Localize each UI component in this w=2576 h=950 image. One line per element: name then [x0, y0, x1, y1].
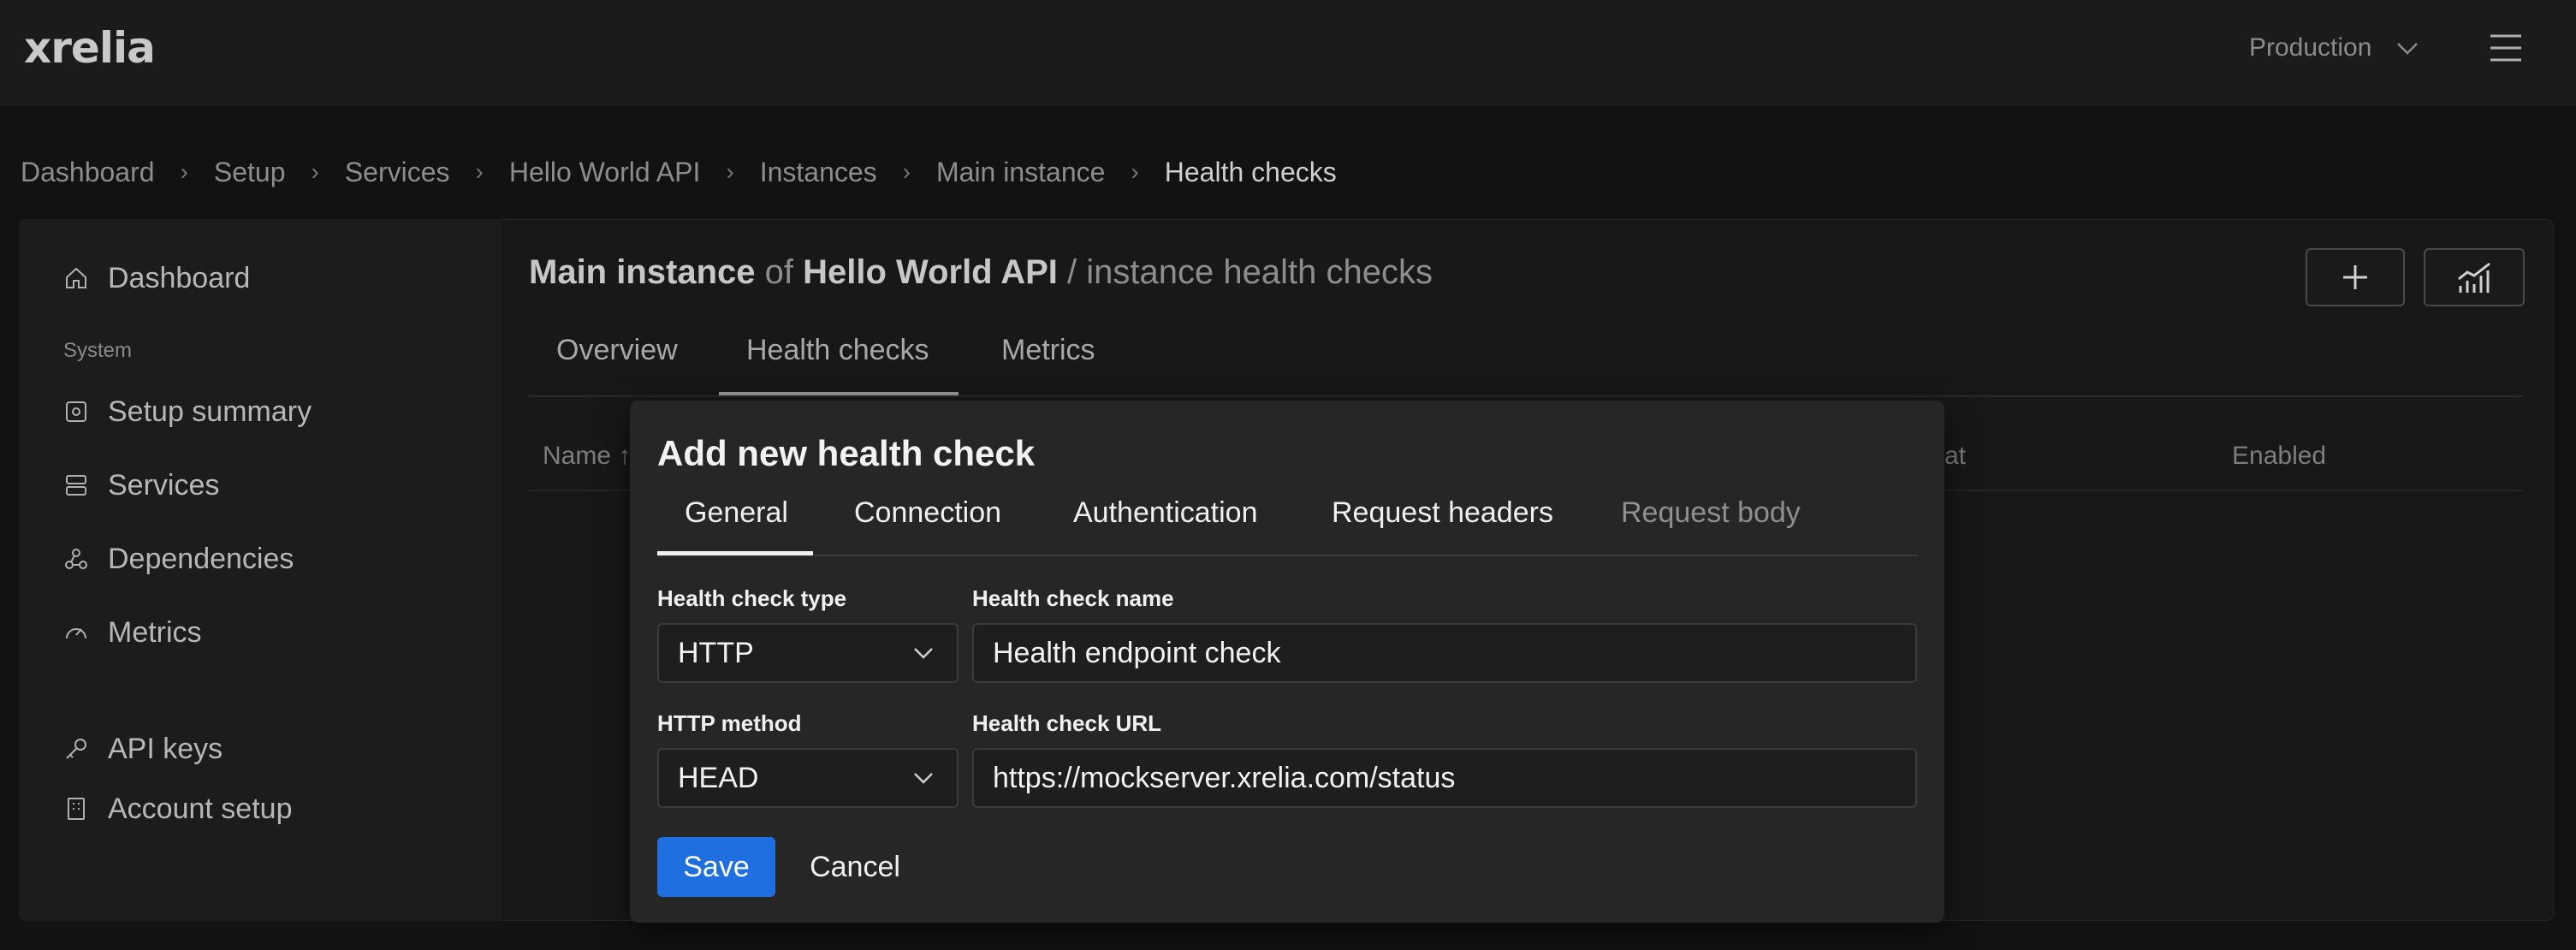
building-icon: [68, 798, 85, 820]
breadcrumb-separator-icon: ›: [475, 158, 484, 185]
sidebar-item-label: Metrics: [108, 615, 202, 649]
health-check-url-label: Health check URL: [972, 710, 1162, 736]
modal-tabs: General Connection Authentication Reques…: [657, 488, 1917, 556]
health-check-name-label: Health check name: [972, 585, 1174, 611]
sidebar-section-label: System: [63, 339, 133, 362]
health-check-type-label: Health check type: [657, 585, 847, 611]
setup-summary-icon: [66, 401, 86, 422]
chevron-down-icon: [914, 648, 933, 659]
http-method-value: HEAD: [678, 761, 759, 794]
modal-tab-general[interactable]: General: [685, 496, 788, 530]
page-title-of: of: [764, 253, 793, 291]
tab-metrics[interactable]: Metrics: [1001, 334, 1095, 367]
server-icon: [66, 475, 86, 496]
page-title: Main instance of Hello World API / insta…: [529, 253, 1433, 292]
active-tab-indicator: [719, 392, 959, 395]
breadcrumb-current: Health checks: [1164, 156, 1337, 187]
health-check-name-input[interactable]: Health endpoint check: [972, 623, 1917, 683]
chart-trend-icon: [2458, 262, 2490, 293]
health-check-name-value: Health endpoint check: [993, 636, 1281, 669]
sidebar-item-setup-summary[interactable]: Setup summary: [63, 390, 312, 433]
column-header-enabled[interactable]: Enabled: [2232, 442, 2326, 471]
page-title-suffix: / instance health checks: [1067, 253, 1433, 291]
column-header-name[interactable]: Name ↑: [543, 442, 631, 471]
sidebar-item-label: Services: [108, 468, 220, 502]
plus-icon: [2343, 265, 2367, 289]
app-logo[interactable]: xrelia: [24, 24, 156, 72]
breadcrumb-separator-icon: ›: [726, 158, 734, 185]
environment-label: Production: [2249, 33, 2372, 62]
sidebar-item-label: Dependencies: [108, 542, 294, 575]
modal-tab-request-body[interactable]: Request body: [1621, 496, 1801, 530]
sidebar-item-label: Dashboard: [108, 261, 251, 294]
add-health-check-button[interactable]: [2306, 248, 2405, 306]
modal-title: Add new health check: [657, 433, 1036, 473]
health-check-type-select[interactable]: HTTP: [657, 623, 959, 683]
sidebar-item-label: API keys: [108, 732, 223, 765]
modal-tab-request-headers[interactable]: Request headers: [1332, 496, 1553, 530]
breadcrumb-separator-icon: ›: [311, 158, 319, 185]
main-tabs: Overview Health checks Metrics: [529, 315, 2523, 397]
cancel-button[interactable]: Cancel: [792, 837, 917, 897]
breadcrumb-separator-icon: ›: [1131, 158, 1139, 185]
sidebar-item-services[interactable]: Services: [63, 464, 219, 507]
gauge-icon: [66, 628, 86, 639]
breadcrumb-dashboard[interactable]: Dashboard: [21, 157, 155, 188]
http-method-label: HTTP method: [657, 710, 802, 736]
chevron-down-icon: [2397, 43, 2419, 55]
health-check-url-input[interactable]: https://mockserver.xrelia.com/status: [972, 748, 1917, 808]
hamburger-menu-icon[interactable]: [2487, 31, 2525, 65]
http-method-select[interactable]: HEAD: [657, 748, 959, 808]
sidebar-item-dashboard[interactable]: Dashboard: [63, 257, 250, 300]
sidebar-item-account-setup[interactable]: Account setup: [63, 787, 292, 830]
save-button[interactable]: Save: [657, 837, 775, 897]
tab-overview[interactable]: Overview: [556, 334, 678, 367]
key-icon: [66, 739, 86, 759]
column-header-status[interactable]: at: [1944, 442, 1966, 471]
sidebar-item-dependencies[interactable]: Dependencies: [63, 537, 294, 580]
modal-tab-connection[interactable]: Connection: [854, 496, 1001, 530]
breadcrumb-instance[interactable]: Main instance: [936, 157, 1105, 188]
modal-active-tab-indicator: [657, 551, 813, 555]
page-title-service: Hello World API: [803, 253, 1058, 291]
sidebar-item-label: Account setup: [108, 792, 293, 825]
health-check-url-value: https://mockserver.xrelia.com/status: [993, 761, 1456, 794]
breadcrumb-instances[interactable]: Instances: [760, 157, 877, 188]
sidebar-item-label: Setup summary: [108, 395, 312, 428]
page-title-instance: Main instance: [529, 253, 756, 291]
modal-tab-authentication[interactable]: Authentication: [1073, 496, 1258, 530]
breadcrumb-separator-icon: ›: [902, 158, 911, 185]
sidebar-item-metrics[interactable]: Metrics: [63, 611, 202, 654]
breadcrumb: Dashboard › Setup › Services › Hello Wor…: [21, 152, 1337, 192]
breadcrumb-setup[interactable]: Setup: [214, 157, 286, 188]
environment-selector[interactable]: Production: [2249, 29, 2421, 67]
breadcrumb-services[interactable]: Services: [345, 157, 450, 188]
sidebar-item-api-keys[interactable]: API keys: [63, 727, 223, 770]
home-icon: [66, 267, 86, 288]
top-bar: xrelia Production: [0, 0, 2576, 106]
breadcrumb-service[interactable]: Hello World API: [509, 157, 701, 188]
tab-health-checks[interactable]: Health checks: [746, 334, 929, 367]
health-check-type-value: HTTP: [678, 636, 754, 669]
dependencies-icon: [65, 549, 87, 569]
breadcrumb-separator-icon: ›: [180, 158, 188, 185]
chevron-down-icon: [914, 773, 933, 784]
metrics-chart-button[interactable]: [2424, 248, 2525, 306]
